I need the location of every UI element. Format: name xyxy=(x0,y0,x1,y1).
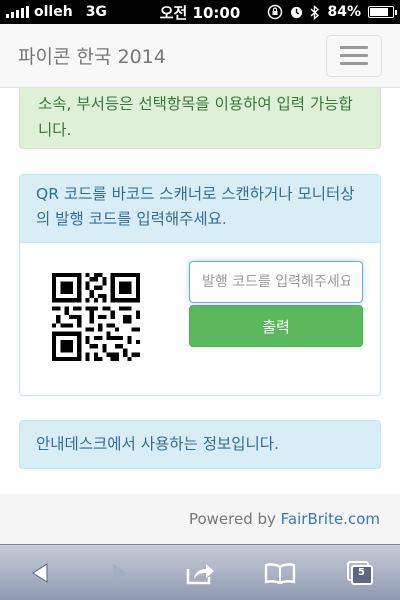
network-type: 3G xyxy=(85,4,107,20)
share-icon xyxy=(186,563,214,584)
qr-code-icon xyxy=(52,273,140,361)
qr-panel-heading: QR 코드를 바코드 스캐너로 스캔하거나 모니터상의 발행 코드를 입력해주세… xyxy=(20,175,380,243)
alarm-clock-icon xyxy=(291,6,303,18)
info-alert: 안내데스크에서 사용하는 정보입니다. xyxy=(19,420,381,469)
rotation-lock-icon xyxy=(268,4,283,20)
hamburger-icon-bar xyxy=(340,62,368,65)
status-bar: olleh 3G 오전 10:00 84% xyxy=(0,0,400,24)
battery-fill xyxy=(370,8,389,16)
back-arrow-icon xyxy=(32,562,48,583)
bookmarks-button[interactable] xyxy=(255,553,305,593)
browser-toolbar: 5 xyxy=(0,544,400,600)
qr-panel: QR 코드를 바코드 스캐너로 스캔하거나 모니터상의 발행 코드를 입력해주세… xyxy=(19,174,381,396)
qr-panel-body: 출력 xyxy=(20,243,380,395)
forward-arrow-icon xyxy=(113,563,127,582)
share-button[interactable] xyxy=(175,553,225,593)
tab-count: 5 xyxy=(358,566,365,578)
issue-code-input[interactable] xyxy=(189,261,363,303)
hamburger-icon-bar xyxy=(340,54,368,57)
status-left: olleh 3G xyxy=(6,4,146,20)
tabs-button[interactable]: 5 xyxy=(335,553,385,593)
status-right: 84% xyxy=(254,4,397,20)
book-icon xyxy=(264,562,296,584)
status-time: 오전 10:00 xyxy=(159,3,241,22)
battery-percent: 84% xyxy=(327,4,361,20)
back-button[interactable] xyxy=(15,553,65,593)
main-content: 소속, 부서등은 선택항목을 이용하여 입력 가능합니다. QR 코드를 바코드… xyxy=(0,88,400,494)
footer: Powered by FairBrite.com xyxy=(0,494,400,544)
brand-title[interactable]: 파이콘 한국 2014 xyxy=(18,42,326,69)
fairbrite-link[interactable]: FairBrite.com xyxy=(281,510,380,528)
carrier-name: olleh xyxy=(34,4,73,20)
bluetooth-icon xyxy=(311,4,320,20)
signal-strength-icon xyxy=(6,6,29,18)
menu-toggle-button[interactable] xyxy=(326,34,382,77)
hamburger-icon-bar xyxy=(340,46,368,49)
print-button[interactable]: 출력 xyxy=(189,305,363,347)
navbar: 파이콘 한국 2014 xyxy=(0,24,400,88)
battery-icon xyxy=(368,6,397,18)
forward-button[interactable] xyxy=(95,553,145,593)
powered-by-text: Powered by xyxy=(188,510,281,528)
success-alert: 소속, 부서등은 선택항목을 이용하여 입력 가능합니다. xyxy=(19,88,381,149)
